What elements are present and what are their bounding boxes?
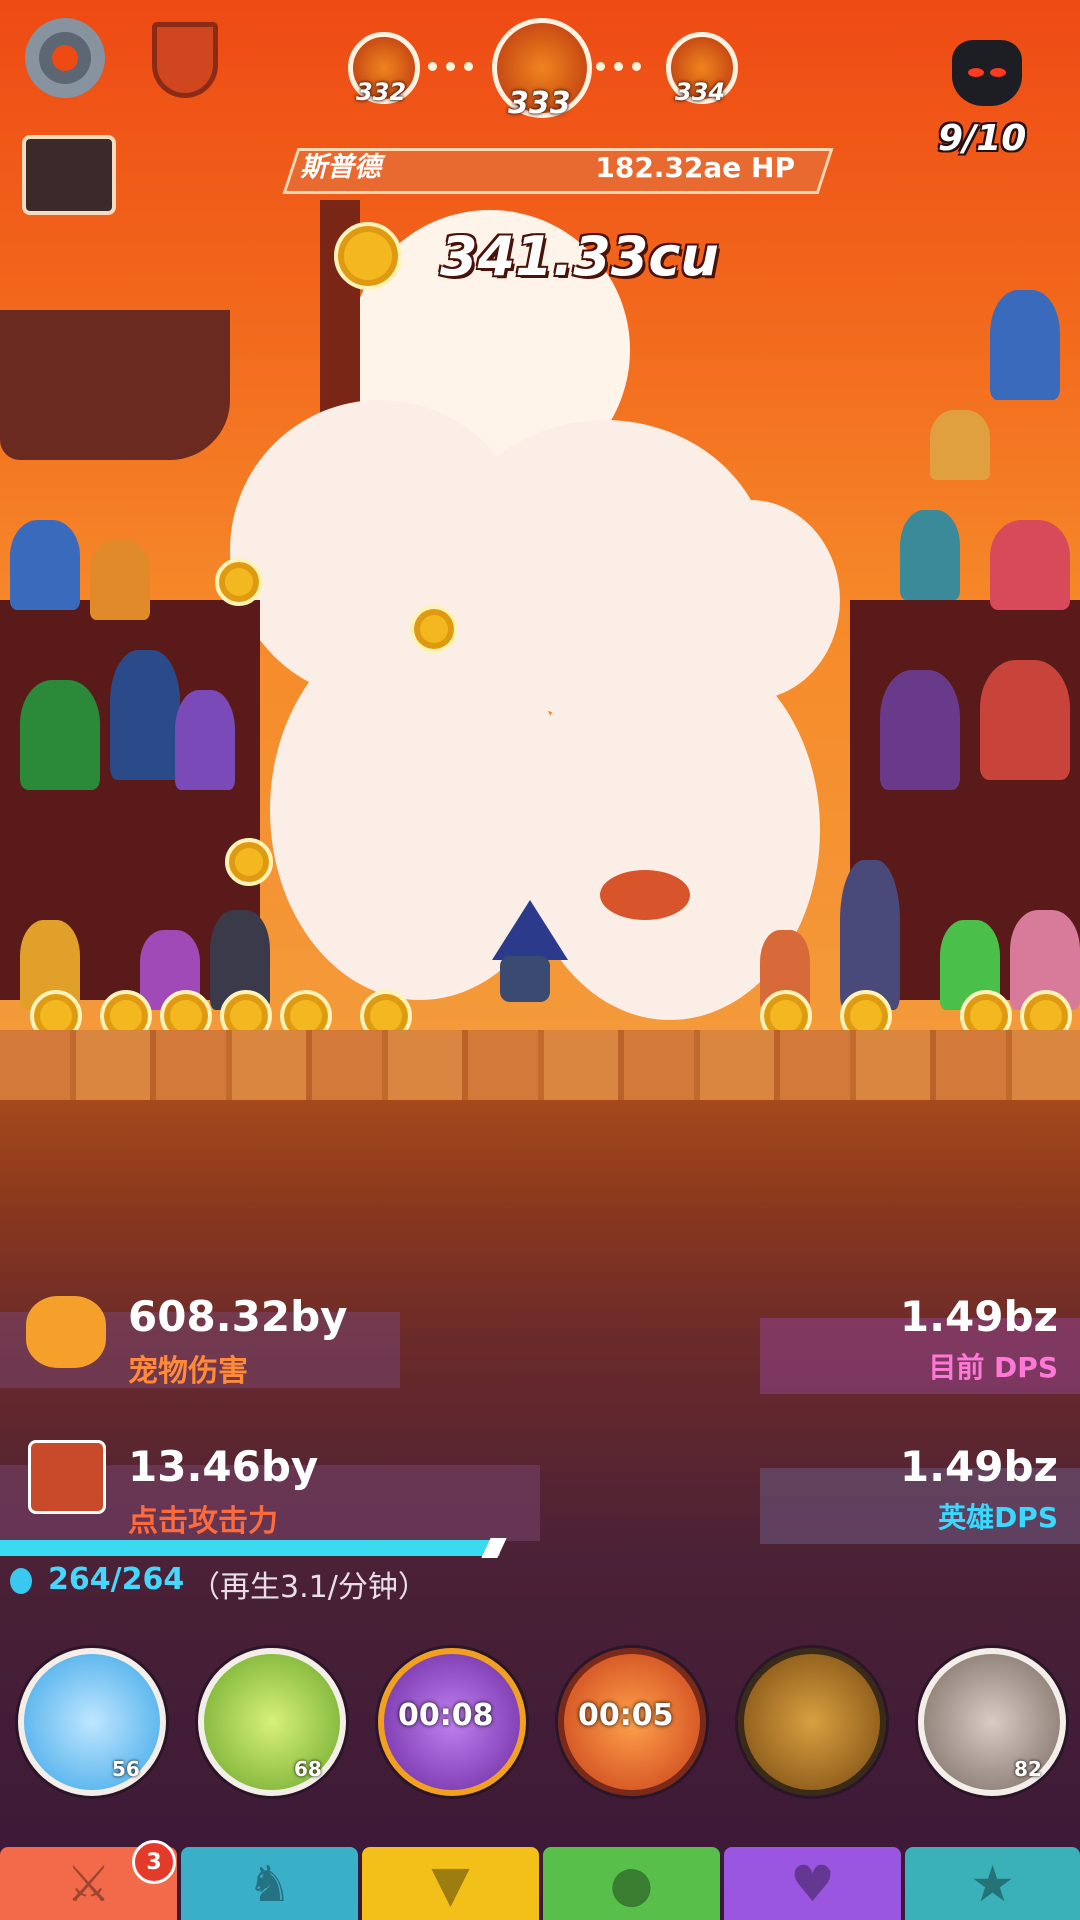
hero-dps-value: 1.49bz [899, 1442, 1058, 1491]
tournament-shield-icon[interactable] [145, 20, 225, 100]
skill-dash-button[interactable] [918, 1648, 1066, 1796]
hero-character [980, 660, 1070, 780]
stage-dot [464, 62, 473, 71]
stage-next-number: 334 [675, 78, 726, 106]
flying-demon [600, 870, 690, 920]
tab-heroes[interactable]: ♞ [181, 1847, 358, 1920]
hero-dps-label: 英雄DPS [938, 1501, 1058, 1534]
pirate-ship [0, 310, 230, 460]
monster-kill-icon [952, 40, 1022, 106]
hero-character [175, 690, 235, 790]
shop-icon[interactable] [22, 135, 116, 215]
mana-regen: （再生3.1/分钟） [190, 1570, 428, 1605]
notification-badge: 3 [132, 1840, 176, 1884]
tap-damage-label: 点击攻击力 [128, 1504, 278, 1539]
gold-coin[interactable] [280, 990, 332, 1035]
current-dps-label: 目前 DPS [928, 1351, 1058, 1384]
stage-dot [632, 62, 641, 71]
kill-counter: 9/10 [938, 118, 1027, 159]
star-icon: ★ [970, 1854, 1015, 1913]
shirt-icon: ▼ [431, 1854, 470, 1913]
mana-bar-fill [0, 1540, 492, 1556]
sword-master-hero [492, 900, 568, 1002]
gold-coin[interactable] [225, 838, 273, 886]
skill-cooldown-timer: 00:08 [398, 1698, 494, 1733]
tap-damage-value: 13.46by [128, 1442, 319, 1491]
hero-character [990, 520, 1070, 610]
stage-prev-number: 332 [356, 78, 407, 106]
pet-icon [26, 1296, 106, 1368]
hero-character [990, 290, 1060, 400]
clan-heart-icon: ♥ [790, 1854, 835, 1913]
pet-damage-value: 608.32by [128, 1292, 348, 1341]
skill-hand-of-midas-button[interactable] [738, 1648, 886, 1796]
stage-dot [614, 62, 623, 71]
skill-cooldown-timer: 00:05 [578, 1698, 674, 1733]
mana-value: 264/264 [48, 1562, 185, 1597]
gold-coin[interactable] [220, 990, 272, 1035]
boss-name: 斯普德 [300, 152, 381, 183]
hero-character [90, 540, 150, 620]
hero-character [20, 680, 100, 790]
explosion-cloud [660, 500, 840, 700]
gold-coin[interactable] [215, 558, 263, 606]
gold-coin[interactable] [960, 990, 1012, 1035]
gold-coin[interactable] [840, 990, 892, 1035]
stage-dot [596, 62, 605, 71]
skill-heavenly-strike-button[interactable] [18, 1648, 166, 1796]
tab-clan[interactable]: ♥ [724, 1847, 901, 1920]
sword-master-portrait-icon [28, 1440, 106, 1514]
pet-icon: ● [609, 1854, 654, 1913]
gold-coin[interactable] [760, 990, 812, 1035]
gold-coin[interactable] [360, 990, 412, 1035]
mana-flask-icon [10, 1568, 32, 1594]
current-dps-value: 1.49bz [899, 1292, 1058, 1341]
hero-character [880, 670, 960, 790]
hero-character [110, 650, 180, 780]
boss-spud[interactable] [840, 860, 900, 1010]
skill-level: 56 [112, 1757, 140, 1781]
hero-character [10, 520, 80, 610]
hero-helmet-icon: ♞ [247, 1854, 292, 1913]
gold-coin[interactable] [160, 990, 212, 1035]
gold-coin[interactable] [410, 605, 458, 653]
stage-current-number: 333 [508, 86, 571, 121]
gold-amount: 341.33cu [440, 225, 719, 288]
stage-dot [446, 62, 455, 71]
skill-war-cry-button[interactable] [198, 1648, 346, 1796]
tab-artifacts[interactable]: ★ [905, 1847, 1080, 1920]
boss-hp-value: 182.32ae HP [595, 151, 795, 184]
pet-damage-label: 宠物伤害 [128, 1354, 248, 1389]
stage-dot [428, 62, 437, 71]
treasure-chest [930, 410, 990, 480]
skill-level: 82 [1014, 1757, 1042, 1781]
gold-coin[interactable] [30, 990, 82, 1035]
hero-character [900, 510, 960, 600]
ground-stones [0, 1030, 1080, 1100]
gold-coin[interactable] [100, 990, 152, 1035]
tab-equipment[interactable]: ▼ [362, 1847, 539, 1920]
tab-pets[interactable]: ● [543, 1847, 720, 1920]
sword-icon: ⚔ [66, 1854, 111, 1913]
skill-level: 68 [294, 1757, 322, 1781]
settings-gear-icon[interactable] [25, 18, 105, 98]
gold-coin[interactable] [1020, 990, 1072, 1035]
gold-coin-icon [334, 222, 402, 290]
